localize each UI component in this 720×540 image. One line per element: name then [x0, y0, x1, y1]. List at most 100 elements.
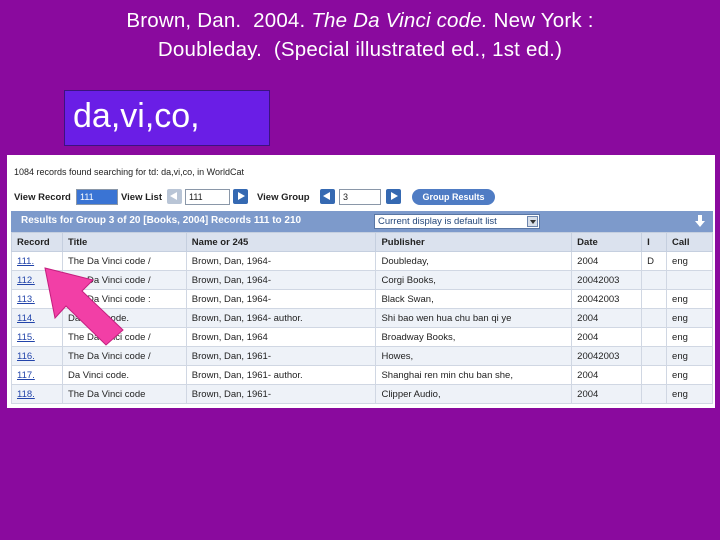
cell-record[interactable]: 118. — [11, 384, 63, 404]
cell-record[interactable]: 115. — [11, 327, 63, 347]
cell-date: 20042003 — [571, 346, 643, 366]
table-row[interactable]: 115. The Da Vinci code / Brown, Dan, 1964 B… — [11, 327, 713, 347]
cell-publisher: Clipper Audio, — [375, 384, 573, 404]
cell-name: Brown, Dan, 1964- — [185, 270, 377, 290]
cell-date: 20042003 — [571, 289, 643, 309]
cell-call: eng — [666, 365, 713, 385]
table-row[interactable]: 114. Da Vinci code. Brown, Dan, 1964- auth… — [11, 308, 713, 328]
display-select[interactable]: Current display is default list — [374, 214, 540, 229]
cell-i — [641, 365, 668, 385]
column-header-i[interactable]: I — [641, 232, 668, 252]
cell-call: eng — [666, 308, 713, 328]
cell-record[interactable]: 114. — [11, 308, 63, 328]
next-group-arrow-icon[interactable] — [386, 189, 401, 204]
cell-date: 20042003 — [571, 270, 643, 290]
column-header-record[interactable]: Record — [11, 232, 63, 252]
table-row[interactable]: 117. Da Vinci code. Brown, Dan, 1961- auth… — [11, 365, 713, 385]
table-row[interactable]: 111. The Da Vinci code / Brown, Dan, 1964-… — [11, 251, 713, 271]
cell-date: 2004 — [571, 251, 643, 271]
cell-name: Brown, Dan, 1964- author. — [185, 308, 377, 328]
cell-title: The Da Vinci code / — [61, 251, 187, 271]
cell-publisher: Broadway Books, — [375, 327, 573, 347]
cell-title: The Da Vinci code / — [61, 270, 187, 290]
chevron-down-icon[interactable] — [527, 216, 538, 227]
worldcat-screenshot: 1084 records found searching for td: da,… — [7, 155, 715, 408]
column-header-title[interactable]: Title — [61, 232, 187, 252]
cell-i — [641, 308, 668, 328]
cell-call — [666, 270, 713, 290]
cell-call: eng — [666, 251, 713, 271]
cell-name: Brown, Dan, 1964 — [185, 327, 377, 347]
navigation-controls: View Record 111 View List 111 View Group… — [7, 189, 715, 207]
table-row[interactable]: 118. The Da Vinci code Brown, Dan, 1961- Cl… — [11, 384, 713, 404]
results-header-bar: Results for Group 3 of 20 [Books, 2004] … — [11, 211, 713, 232]
next-list-arrow-icon[interactable] — [233, 189, 248, 204]
cell-date: 2004 — [571, 365, 643, 385]
column-header-date[interactable]: Date — [571, 232, 643, 252]
cell-name: Brown, Dan, 1964- — [185, 289, 377, 309]
view-list-input[interactable]: 111 — [185, 189, 230, 205]
cell-title: Da Vinci code. — [61, 308, 187, 328]
cell-name: Brown, Dan, 1964- — [185, 251, 377, 271]
column-header-call[interactable]: Call — [666, 232, 713, 252]
cell-record[interactable]: 117. — [11, 365, 63, 385]
cell-i: D — [641, 251, 668, 271]
search-query-box: da,vi,co, — [64, 90, 270, 146]
cell-name: Brown, Dan, 1961- — [185, 384, 377, 404]
table-row[interactable]: 116. The Da Vinci code / Brown, Dan, 1961-… — [11, 346, 713, 366]
title-italic: The Da Vinci code. — [311, 9, 488, 32]
display-select-value: Current display is default list — [378, 216, 497, 227]
view-group-label: View Group — [257, 192, 310, 203]
cell-publisher: Shanghai ren min chu ban she, — [375, 365, 573, 385]
cell-name: Brown, Dan, 1961- author. — [185, 365, 377, 385]
cell-date: 2004 — [571, 308, 643, 328]
results-summary: Results for Group 3 of 20 [Books, 2004] … — [21, 215, 302, 226]
cell-title: The Da Vinci code / — [61, 327, 187, 347]
download-icon[interactable] — [695, 215, 705, 227]
cell-publisher: Black Swan, — [375, 289, 573, 309]
cell-name: Brown, Dan, 1961- — [185, 346, 377, 366]
cell-title: The Da Vinci code / — [61, 346, 187, 366]
cell-record[interactable]: 112. — [11, 270, 63, 290]
cell-publisher: Shi bao wen hua chu ban qi ye — [375, 308, 573, 328]
cell-date: 2004 — [571, 384, 643, 404]
table-row[interactable]: 113. The Da Vinci code : Brown, Dan, 1964-… — [11, 289, 713, 309]
cell-title: The Da Vinci code : — [61, 289, 187, 309]
view-list-label: View List — [121, 192, 163, 203]
cell-record[interactable]: 116. — [11, 346, 63, 366]
view-group-input[interactable]: 3 — [339, 189, 381, 205]
column-header-publisher[interactable]: Publisher — [375, 232, 573, 252]
cell-publisher: Howes, — [375, 346, 573, 366]
cell-call: eng — [666, 346, 713, 366]
cell-publisher: Corgi Books, — [375, 270, 573, 290]
table-header-row: Record Title Name or 245 Publisher Date … — [11, 232, 713, 252]
cell-i — [641, 270, 668, 290]
cell-i — [641, 289, 668, 309]
search-query-text: da,vi,co, — [73, 97, 200, 135]
cell-i — [641, 346, 668, 366]
cell-record[interactable]: 113. — [11, 289, 63, 309]
group-results-button[interactable]: Group Results — [412, 189, 495, 205]
cell-record[interactable]: 111. — [11, 251, 63, 271]
records-found-text: 1084 records found searching for td: da,… — [14, 167, 244, 177]
title-line-2: Doubleday. (Special illustrated ed., 1st… — [157, 38, 563, 61]
cell-title: Da Vinci code. — [61, 365, 187, 385]
column-header-name[interactable]: Name or 245 — [185, 232, 377, 252]
prev-group-arrow-icon[interactable] — [320, 189, 335, 204]
cell-call: eng — [666, 384, 713, 404]
view-record-input[interactable]: 111 — [76, 189, 118, 205]
cell-call: eng — [666, 289, 713, 309]
cell-call: eng — [666, 327, 713, 347]
cell-date: 2004 — [571, 327, 643, 347]
view-record-label: View Record — [14, 192, 71, 203]
results-table: Record Title Name or 245 Publisher Date … — [11, 232, 713, 404]
title-line-1-prefix: Brown, Dan. 2004. — [126, 9, 312, 32]
title-line-1: Brown, Dan. 2004. The Da Vinci code. New… — [0, 6, 720, 35]
cell-title: The Da Vinci code — [61, 384, 187, 404]
slide-title: Brown, Dan. 2004. The Da Vinci code. New… — [0, 6, 720, 64]
prev-list-arrow-icon[interactable] — [167, 189, 182, 204]
cell-publisher: Doubleday, — [375, 251, 573, 271]
title-line-1-suffix: New York : — [487, 9, 594, 32]
table-row[interactable]: 112. The Da Vinci code / Brown, Dan, 1964-… — [11, 270, 713, 290]
cell-i — [641, 327, 668, 347]
